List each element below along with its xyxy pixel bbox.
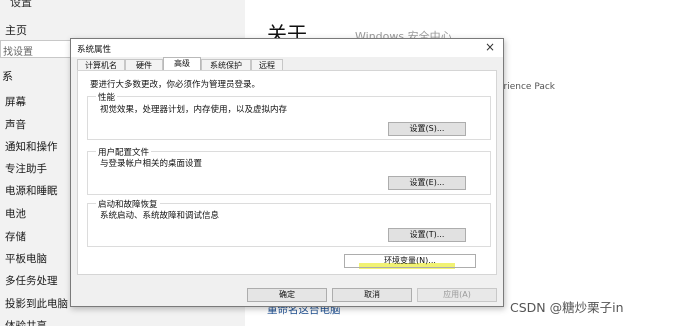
apply-button[interactable]: 应用(A) <box>417 288 497 302</box>
experience-pack-text: erience Pack <box>498 82 556 92</box>
settings-search-placeholder: 找设置 <box>3 47 33 58</box>
tab-advanced[interactable]: 高级 <box>163 57 201 71</box>
user-profiles-settings-button[interactable]: 设置(E)... <box>388 176 466 190</box>
admin-note: 要进行大多数更改，你必须作为管理员登录。 <box>90 80 261 90</box>
sidebar-item-shared-experiences[interactable]: 体验共享 <box>5 318 47 326</box>
close-icon[interactable]: × <box>485 40 495 54</box>
sidebar-item-notifications[interactable]: 通知和操作 <box>5 139 58 154</box>
sidebar-item-multitasking[interactable]: 多任务处理 <box>5 273 58 288</box>
dialog-title: 系统属性 <box>77 45 112 55</box>
performance-label: 性能 <box>96 91 118 103</box>
startup-recovery-settings-button[interactable]: 设置(T)... <box>388 228 466 242</box>
sidebar-item-focus-assist[interactable]: 专注助手 <box>5 161 47 176</box>
system-properties-dialog: 系统属性 × 计算机名 硬件 高级 系统保护 远程 要进行大多数更改，你必须作为… <box>70 38 504 307</box>
sidebar-item-storage[interactable]: 存储 <box>5 229 26 244</box>
dialog-titlebar[interactable]: 系统属性 × <box>71 39 503 57</box>
sidebar-item-sound[interactable]: 声音 <box>5 117 26 132</box>
startup-recovery-group: 启动和故障恢复 系统启动、系统故障和调试信息 设置(T)... <box>87 198 491 247</box>
user-profiles-group: 用户配置文件 与登录帐户相关的桌面设置 设置(E)... <box>87 146 491 195</box>
sidebar-item-projecting[interactable]: 投影到此电脑 <box>5 296 68 311</box>
sidebar-item-tablet[interactable]: 平板电脑 <box>5 251 47 266</box>
sidebar-item-power-sleep[interactable]: 电源和睡眠 <box>5 183 58 198</box>
performance-description: 视觉效果，处理器计划，内存使用，以及虚拟内存 <box>100 105 288 115</box>
cancel-button[interactable]: 取消 <box>332 288 412 302</box>
environment-variables-button[interactable]: 环境变量(N)... <box>344 254 476 268</box>
settings-system-label: 系 <box>2 70 13 83</box>
user-profiles-description: 与登录帐户相关的桌面设置 <box>100 159 203 169</box>
settings-top-label: 设置 <box>10 0 32 9</box>
watermark: CSDN @糖炒栗子in <box>510 300 624 315</box>
sidebar-item-battery[interactable]: 电池 <box>5 206 26 221</box>
sidebar-item-display[interactable]: 屏幕 <box>5 94 26 109</box>
settings-home-link[interactable]: 主页 <box>5 22 27 38</box>
performance-settings-button[interactable]: 设置(S)... <box>388 122 466 136</box>
performance-group: 性能 视觉效果，处理器计划，内存使用，以及虚拟内存 设置(S)... <box>87 91 491 140</box>
startup-recovery-description: 系统启动、系统故障和调试信息 <box>100 211 220 221</box>
ok-button[interactable]: 确定 <box>247 288 327 302</box>
